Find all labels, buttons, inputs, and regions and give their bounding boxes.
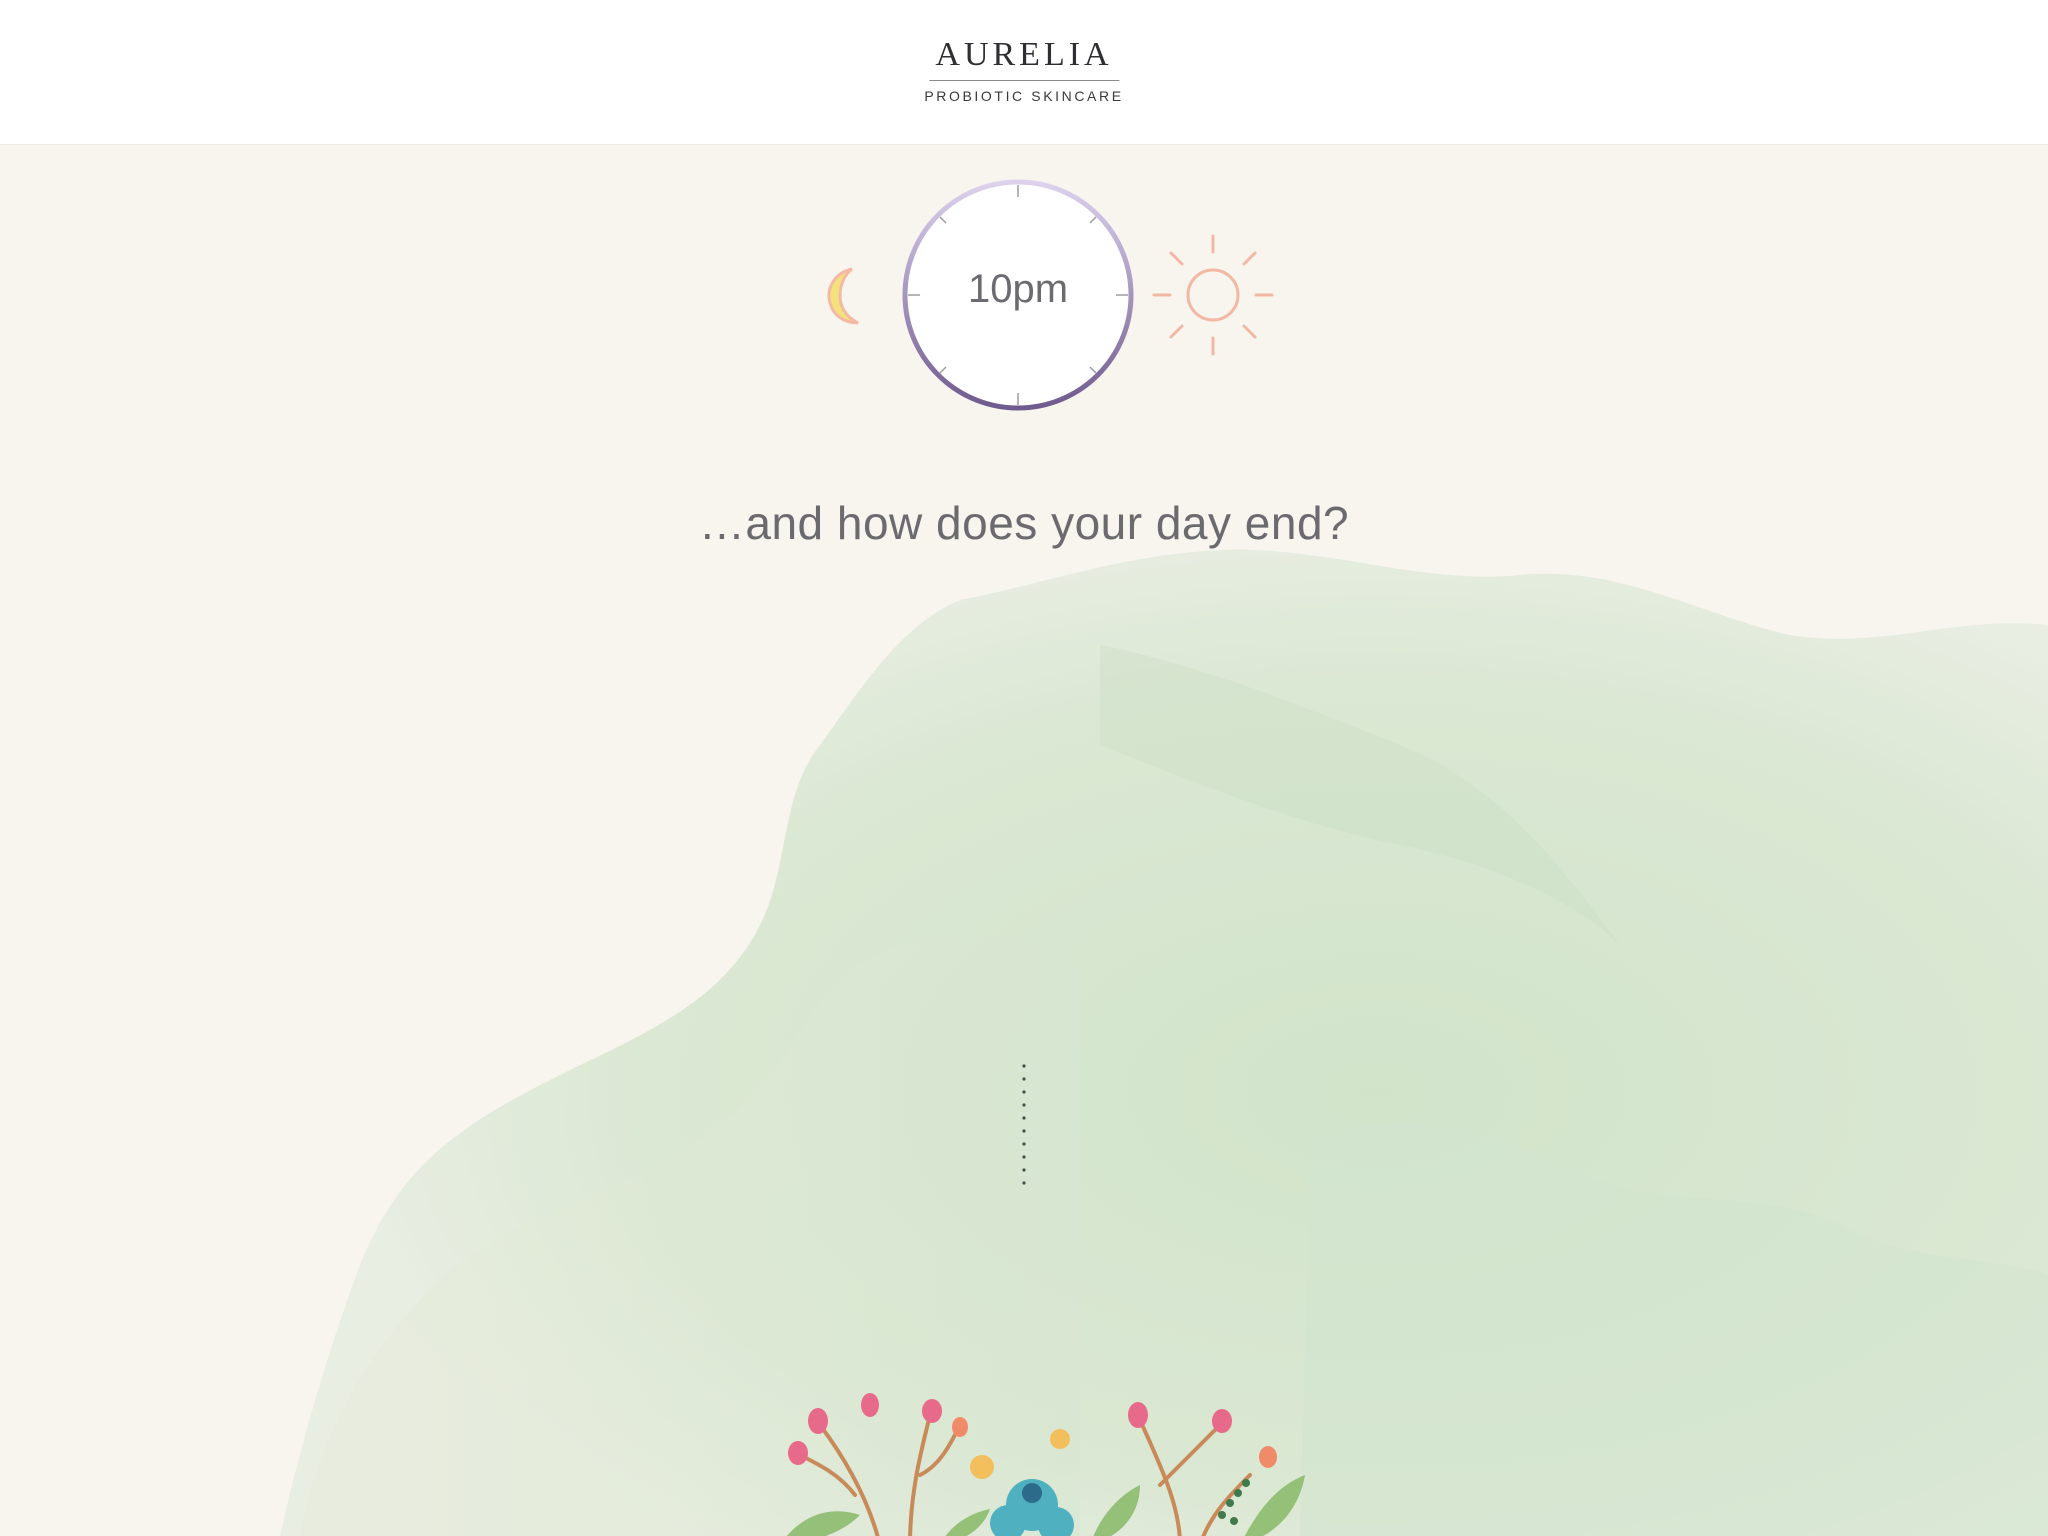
question-heading: …and how does your day end?	[698, 497, 1350, 549]
sun-icon[interactable]	[1148, 230, 1278, 360]
brand-divider	[929, 80, 1119, 81]
quiz-panel: 10pm …and how does your day end?	[0, 145, 2048, 1536]
moon-icon[interactable]	[818, 263, 874, 329]
site-header: AURELIA PROBIOTIC SKINCARE	[0, 0, 2048, 145]
brand-name: AURELIA	[935, 36, 1113, 73]
brand-tagline: PROBIOTIC SKINCARE	[924, 88, 1124, 104]
flower-illustration	[786, 1393, 1305, 1536]
brand-logo[interactable]: AURELIA PROBIOTIC SKINCARE	[924, 36, 1123, 105]
scroll-indicator[interactable]	[1019, 1060, 1029, 1340]
time-value: 10pm	[967, 267, 1069, 311]
